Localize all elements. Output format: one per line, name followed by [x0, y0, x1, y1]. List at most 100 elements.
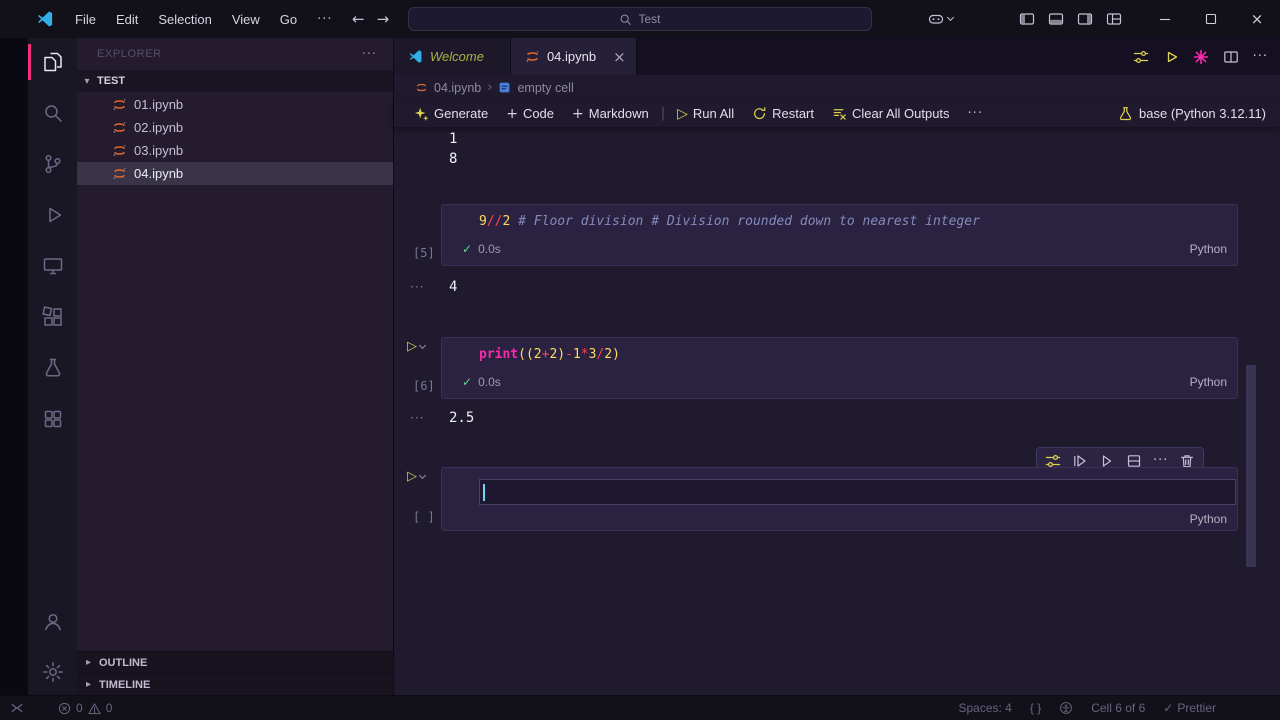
activitybar-run-debug[interactable]	[28, 200, 77, 230]
activitybar-source-control[interactable]	[28, 149, 77, 179]
activitybar-settings[interactable]	[28, 657, 77, 687]
empty-code-cell[interactable]: Python	[441, 467, 1238, 531]
run-cell-button[interactable]: ▷	[407, 469, 427, 484]
outline-label: OUTLINE	[99, 656, 148, 669]
cell-language[interactable]: Python	[1190, 512, 1227, 526]
minimize-button[interactable]	[1142, 0, 1188, 38]
output-menu-icon[interactable]: ···	[410, 277, 449, 297]
clear-outputs-icon	[833, 109, 846, 120]
copilot-button[interactable]	[928, 11, 955, 27]
run-all-button[interactable]: ▷ Run All	[668, 106, 743, 122]
menu-file[interactable]: File	[66, 8, 105, 31]
customize-layout-icon[interactable]	[1106, 11, 1122, 27]
warning-count: 0	[105, 701, 113, 715]
remote-indicator[interactable]	[0, 701, 24, 715]
file-item-02[interactable]: 02.ipynb	[77, 116, 393, 139]
activitybar-explorer[interactable]	[28, 44, 77, 80]
interactive-window-icon[interactable]	[1193, 49, 1209, 65]
menu-bar: File Edit Selection View Go ···	[66, 8, 342, 31]
cell-language[interactable]: Python	[1190, 375, 1227, 389]
spaces-indicator[interactable]: Spaces: 4	[958, 701, 1011, 715]
timeline-pane-header[interactable]: ▸ TIMELINE	[77, 673, 393, 695]
file-item-04-selected[interactable]: 04.ipynb	[77, 162, 393, 185]
more-actions-icon[interactable]: ···	[1153, 453, 1168, 468]
generate-button[interactable]: Generate	[404, 106, 497, 122]
code-cell-5[interactable]: 9//2 # Floor division # Division rounded…	[441, 204, 1238, 266]
sidebar-more-icon[interactable]: ···	[362, 47, 377, 62]
add-markdown-cell-button[interactable]: + Markdown	[563, 106, 658, 122]
menu-edit[interactable]: Edit	[107, 8, 147, 31]
toggle-secondary-sidebar-icon[interactable]	[1077, 11, 1093, 27]
back-button[interactable]: ←	[352, 10, 365, 28]
activitybar-account[interactable]	[28, 606, 77, 636]
more-actions-icon[interactable]: ···	[1253, 49, 1268, 64]
sparkle-icon	[415, 107, 429, 121]
activitybar-search[interactable]	[28, 98, 77, 128]
cell-language[interactable]: Python	[1190, 242, 1227, 256]
file-name: 04.ipynb	[134, 166, 184, 181]
run-cell-button[interactable]: ▷	[407, 339, 427, 354]
maximize-button[interactable]	[1188, 0, 1234, 38]
menu-selection[interactable]: Selection	[149, 8, 220, 31]
menu-go[interactable]: Go	[271, 8, 306, 31]
toggle-panel-icon[interactable]	[1048, 11, 1064, 27]
cell-editor-input[interactable]	[479, 479, 1236, 505]
activitybar-extensions[interactable]	[28, 302, 77, 332]
error-count: 0	[76, 701, 83, 715]
kernel-picker[interactable]: base (Python 3.12.11)	[1118, 106, 1280, 121]
tab-welcome[interactable]: Welcome	[394, 38, 511, 75]
code-cell-6[interactable]: print((2+2)-1*3/2) ✓ 0.0s Python	[441, 337, 1238, 399]
activitybar-testing[interactable]	[28, 353, 77, 383]
tab-close-icon[interactable]: ×	[613, 48, 626, 66]
command-center-label: Test	[638, 12, 661, 26]
minimize-icon	[1160, 18, 1170, 21]
output-menu-icon[interactable]: ···	[410, 408, 449, 428]
cell-symbol-icon	[500, 82, 510, 93]
toolbar-more-icon[interactable]: ···	[959, 106, 992, 121]
cell-position-indicator[interactable]: Cell 6 of 6	[1091, 701, 1145, 715]
breadcrumb-cell[interactable]: empty cell	[517, 81, 573, 95]
restart-button[interactable]: Restart	[743, 106, 823, 121]
braces-indicator[interactable]: { }	[1030, 701, 1041, 715]
menu-more-icon[interactable]: ···	[308, 8, 341, 31]
cell-output-value: 4	[449, 279, 458, 295]
prettier-indicator[interactable]: ✓ Prettier	[1163, 701, 1216, 715]
close-button[interactable]: ×	[1234, 0, 1280, 38]
output-line: 1	[449, 131, 458, 147]
run-debug-icon	[48, 207, 61, 223]
accessibility-icon[interactable]	[1059, 701, 1073, 715]
chevron-down-icon	[418, 471, 427, 479]
activitybar-views-grid[interactable]	[28, 404, 77, 434]
clear-all-outputs-button[interactable]: Clear All Outputs	[823, 106, 959, 121]
file-item-03[interactable]: 03.ipynb	[77, 139, 393, 162]
history-nav: ← →	[352, 10, 389, 28]
command-center[interactable]: Test	[408, 7, 872, 31]
outline-pane-header[interactable]: ▸ OUTLINE	[77, 651, 393, 673]
cell-meta: ✓ 0.0s Python	[442, 238, 1237, 260]
sidebar-bottom-panes: ▸ OUTLINE ▸ TIMELINE	[77, 651, 393, 695]
split-editor-icon[interactable]	[1223, 49, 1239, 65]
toggle-sidebar-icon[interactable]	[1019, 11, 1035, 27]
activitybar-remote-explorer[interactable]	[28, 251, 77, 281]
breadcrumb-file[interactable]: 04.ipynb	[434, 81, 481, 95]
add-code-cell-button[interactable]: + Code	[497, 106, 563, 122]
restart-icon	[754, 107, 766, 120]
search-icon	[44, 105, 62, 122]
notebook-settings-icon[interactable]	[1133, 49, 1149, 65]
text-cursor	[483, 484, 485, 501]
menu-view[interactable]: View	[223, 8, 269, 31]
search-icon	[621, 14, 632, 25]
notebook-body: 1 8 9//2 # Floor division # Division rou…	[394, 127, 1280, 695]
run-icon[interactable]	[1163, 49, 1179, 65]
kernel-beaker-icon	[1119, 107, 1132, 121]
editor-scrollbar[interactable]	[1246, 365, 1256, 567]
problems-indicator[interactable]: 0 0	[58, 701, 112, 715]
cell-code[interactable]: print((2+2)-1*3/2)	[442, 338, 1237, 367]
folder-section-test[interactable]: ▾ TEST	[77, 70, 393, 92]
cell-code[interactable]: 9//2 # Floor division # Division rounded…	[442, 205, 1237, 234]
forward-button[interactable]: →	[377, 10, 390, 28]
breadcrumb: 04.ipynb › empty cell	[394, 75, 1280, 100]
cell-output-row: ··· 2.5	[410, 408, 474, 428]
tab-04-ipynb[interactable]: 04.ipynb ×	[510, 38, 637, 75]
file-item-01[interactable]: 01.ipynb	[77, 93, 393, 116]
